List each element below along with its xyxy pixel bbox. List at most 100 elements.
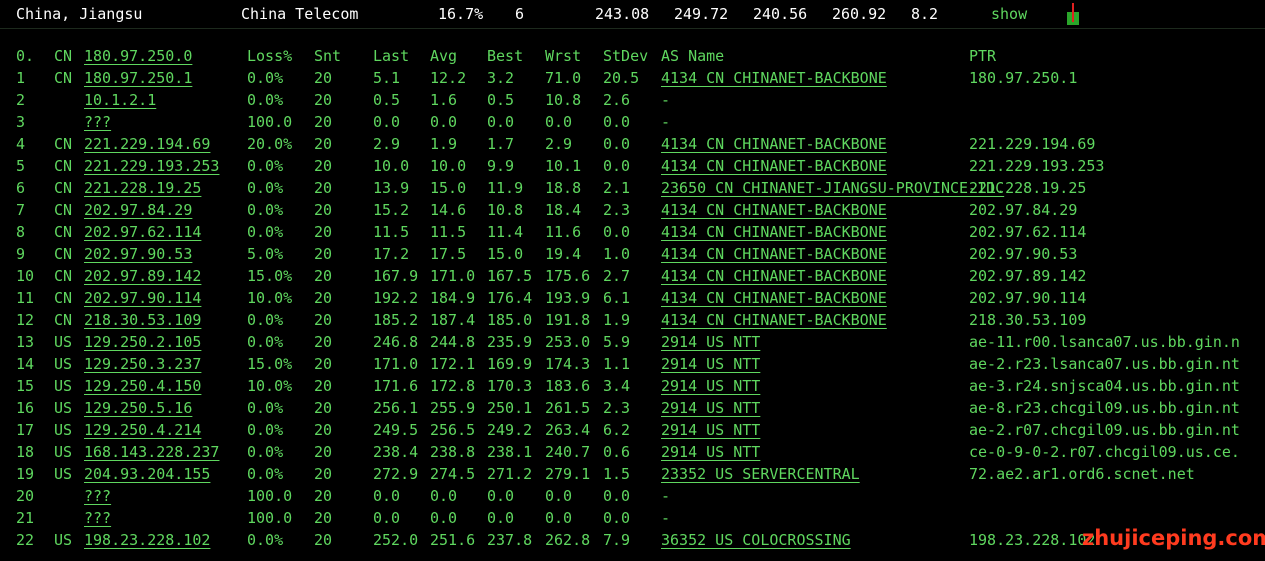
cell-worst-ms: 18.4: [545, 201, 582, 219]
cell-host-address[interactable]: 180.97.250.1: [84, 68, 192, 88]
cell-avg-ms: 187.4: [430, 311, 476, 329]
cell-as-name[interactable]: 4134 CN CHINANET-BACKBONE: [661, 288, 887, 308]
cell-sent-count: 20: [314, 201, 333, 219]
cell-country-code: US: [54, 399, 73, 417]
cell-hop-number: 13: [16, 333, 35, 351]
cell-host-address[interactable]: ???: [84, 508, 111, 528]
cell-avg-ms: 172.1: [430, 355, 476, 373]
cell-as-name[interactable]: 4134 CN CHINANET-BACKBONE: [661, 200, 887, 220]
cell-best-ms: 15.0: [487, 245, 524, 263]
cell-hop-number: 2: [16, 91, 26, 109]
cell-hop-number: 17: [16, 421, 35, 439]
summary-best: 240.56: [753, 5, 808, 23]
cell-host-address[interactable]: 129.250.4.214: [84, 420, 201, 440]
cell-as-name[interactable]: 4134 CN CHINANET-BACKBONE: [661, 156, 887, 176]
cell-as-name[interactable]: 2914 US NTT: [661, 420, 760, 440]
cell-best-ms: 11.4: [487, 223, 524, 241]
cell-as-name[interactable]: 36352 US COLOCROSSING: [661, 530, 851, 550]
cell-last-ms: 192.2: [373, 289, 419, 307]
cell-ptr-name: 202.97.90.114: [969, 289, 1087, 307]
cell-country-code: US: [54, 443, 73, 461]
header-loss-pct: Loss%: [247, 47, 293, 65]
cell-last-ms: 0.0: [373, 509, 401, 527]
cell-country-code: US: [54, 355, 73, 373]
cell-host-address[interactable]: 202.97.62.114: [84, 222, 201, 242]
cell-avg-ms: 0.0: [430, 509, 458, 527]
cell-as-name[interactable]: 2914 US NTT: [661, 442, 760, 462]
watermark: zhujiceping.com: [1082, 526, 1265, 550]
cell-loss-pct: 0.0%: [247, 531, 284, 549]
cell-sent-count: 20: [314, 157, 333, 175]
cell-host-address[interactable]: 202.97.89.142: [84, 266, 201, 286]
cell-stdev-ms: 2.3: [603, 399, 631, 417]
cell-sent-count: 20: [314, 91, 333, 109]
cell-as-name[interactable]: 4134 CN CHINANET-BACKBONE: [661, 244, 887, 264]
cell-avg-ms: 184.9: [430, 289, 476, 307]
cell-ptr-name: 180.97.250.1: [969, 69, 1078, 87]
cell-last-ms: 272.9: [373, 465, 419, 483]
cell-last-ms: 17.2: [373, 245, 410, 263]
cell-ptr-name: 221.229.193.253: [969, 157, 1105, 175]
cell-avg-ms: 17.5: [430, 245, 467, 263]
cell-last-ms: 256.1: [373, 399, 419, 417]
cell-as-name[interactable]: 2914 US NTT: [661, 376, 760, 396]
cell-host-address[interactable]: 129.250.5.16: [84, 398, 192, 418]
cell-best-ms: 0.5: [487, 91, 515, 109]
cell-avg-ms: 171.0: [430, 267, 476, 285]
cell-host-address[interactable]: 221.228.19.25: [84, 178, 201, 198]
cell-stdev-ms: 0.6: [603, 443, 631, 461]
cell-as-name[interactable]: 2914 US NTT: [661, 354, 760, 374]
cell-host-address[interactable]: 221.229.193.253: [84, 156, 219, 176]
cell-sent-count: 20: [314, 223, 333, 241]
cell-loss-pct: 0.0%: [247, 421, 284, 439]
cell-as-name[interactable]: 23352 US SERVERCENTRAL: [661, 464, 860, 484]
summary-worst: 260.92: [832, 5, 887, 23]
cell-sent-count: 20: [314, 487, 333, 505]
cell-loss-pct: 0.0%: [247, 201, 284, 219]
cell-host-address[interactable]: ???: [84, 486, 111, 506]
cell-host-address[interactable]: 202.97.84.29: [84, 200, 192, 220]
cell-stdev-ms: 0.0: [603, 223, 631, 241]
cell-avg-ms: 12.2: [430, 69, 467, 87]
cell-host-address[interactable]: 218.30.53.109: [84, 310, 201, 330]
cell-host-address[interactable]: 198.23.228.102: [84, 530, 210, 550]
cell-host-address[interactable]: 202.97.90.53: [84, 244, 192, 264]
header-host-address: 180.97.250.0: [84, 47, 193, 65]
cell-country-code: CN: [54, 267, 73, 285]
cell-as-name[interactable]: 2914 US NTT: [661, 398, 760, 418]
cell-host-address[interactable]: 129.250.2.105: [84, 332, 201, 352]
cell-host-address[interactable]: ???: [84, 112, 111, 132]
cell-stdev-ms: 3.4: [603, 377, 631, 395]
cell-avg-ms: 11.5: [430, 223, 467, 241]
cell-hop-number: 18: [16, 443, 35, 461]
show-link[interactable]: show: [991, 4, 1027, 24]
cell-ptr-name: 198.23.228.102: [969, 531, 1096, 549]
cell-host-address[interactable]: 221.229.194.69: [84, 134, 210, 154]
summary-count: 6: [515, 5, 525, 23]
cell-as-name[interactable]: 4134 CN CHINANET-BACKBONE: [661, 222, 887, 242]
cell-loss-pct: 10.0%: [247, 289, 293, 307]
cell-worst-ms: 191.8: [545, 311, 591, 329]
cell-host-address[interactable]: 129.250.3.237: [84, 354, 201, 374]
cell-as-name[interactable]: 4134 CN CHINANET-BACKBONE: [661, 68, 887, 88]
cell-host-address[interactable]: 168.143.228.237: [84, 442, 219, 462]
cell-worst-ms: 71.0: [545, 69, 582, 87]
cell-stdev-ms: 0.0: [603, 157, 631, 175]
cell-hop-number: 4: [16, 135, 26, 153]
cell-as-name[interactable]: 4134 CN CHINANET-BACKBONE: [661, 310, 887, 330]
cell-worst-ms: 0.0: [545, 509, 573, 527]
cell-as-name[interactable]: 4134 CN CHINANET-BACKBONE: [661, 134, 887, 154]
cell-host-address[interactable]: 10.1.2.1: [84, 90, 156, 110]
cell-host-address[interactable]: 129.250.4.150: [84, 376, 201, 396]
cell-sent-count: 20: [314, 443, 333, 461]
cell-host-address[interactable]: 202.97.90.114: [84, 288, 201, 308]
cell-country-code: CN: [54, 157, 73, 175]
cell-as-name[interactable]: 4134 CN CHINANET-BACKBONE: [661, 266, 887, 286]
cell-stdev-ms: 7.9: [603, 531, 631, 549]
cell-as-name[interactable]: 23650 CN CHINANET-JIANGSU-PROVINCE-IDC: [661, 178, 1004, 198]
cell-as-name[interactable]: 2914 US NTT: [661, 332, 760, 352]
bar-graph-icon[interactable]: [1064, 2, 1082, 26]
cell-host-address[interactable]: 204.93.204.155: [84, 464, 210, 484]
cell-loss-pct: 0.0%: [247, 91, 284, 109]
cell-avg-ms: 274.5: [430, 465, 476, 483]
